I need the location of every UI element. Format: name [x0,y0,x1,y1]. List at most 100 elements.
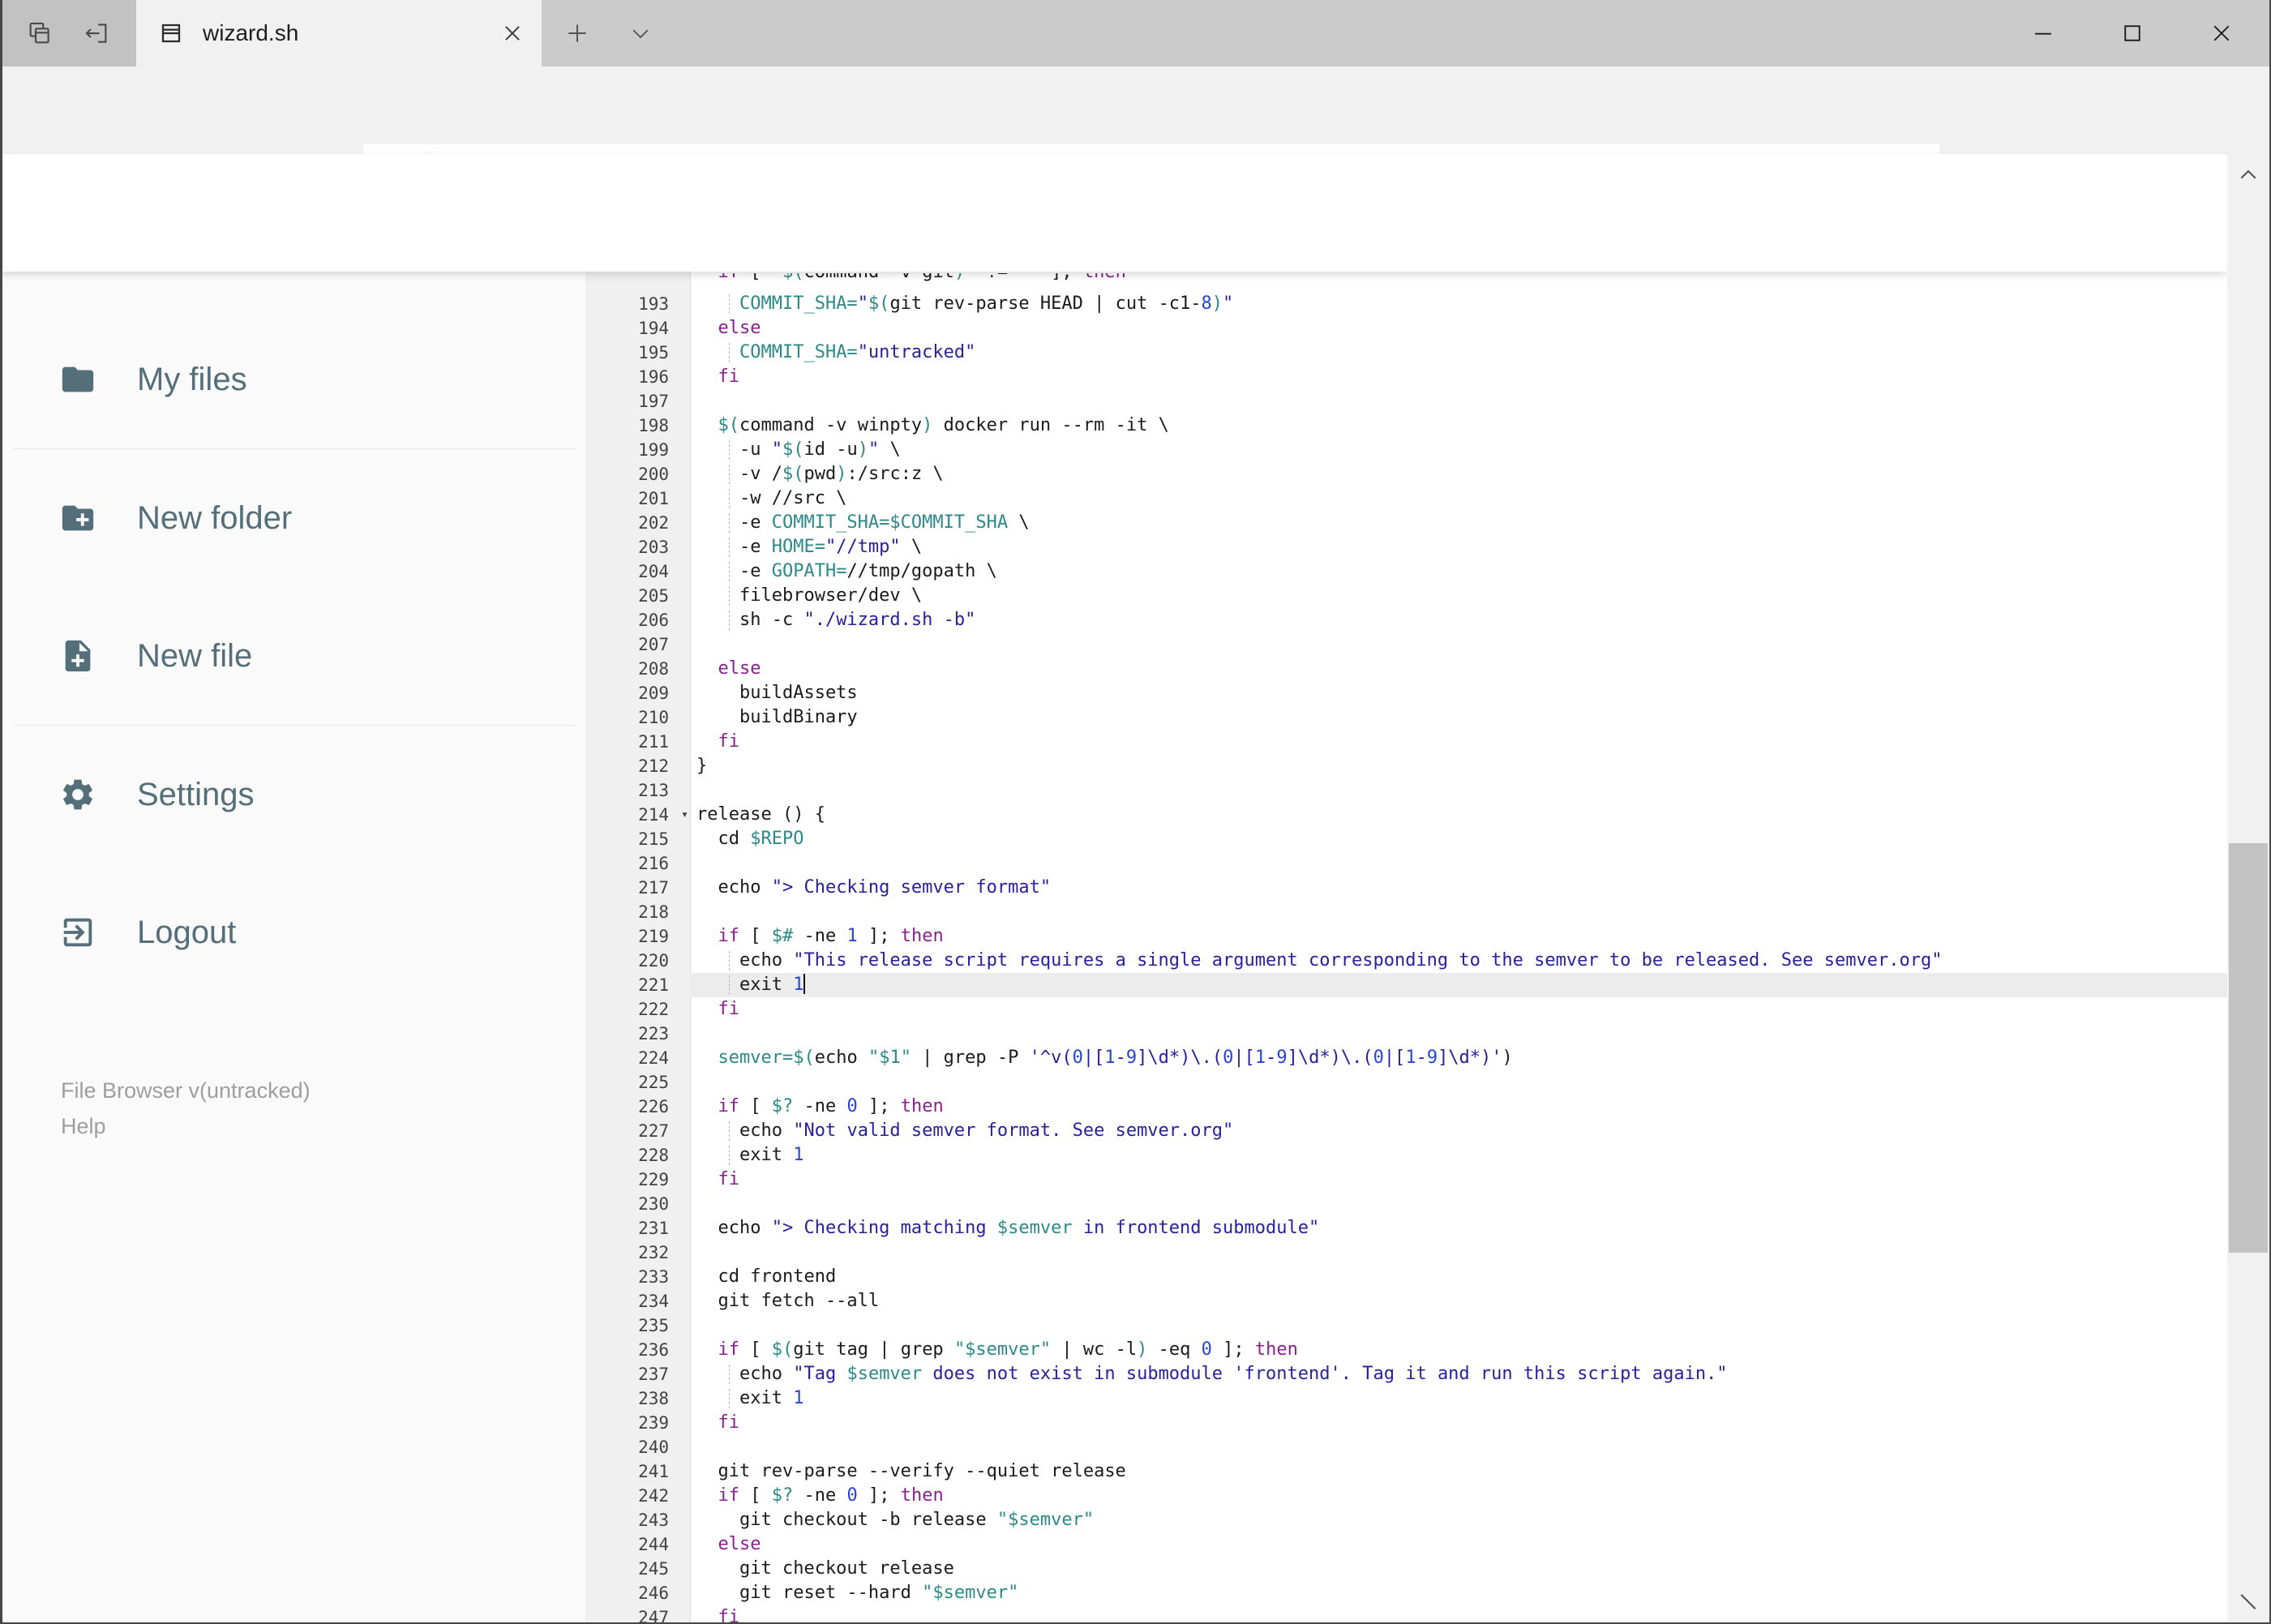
new-tab-button[interactable] [550,0,605,66]
code-line-214: 214 ▾ release () { [585,803,2227,827]
code-line-222: 222 fi [585,997,2227,1022]
code-text[interactable]: -e HOME="//tmp" \ [690,535,2227,559]
sidebar-item-my-files[interactable]: My files [2,311,585,448]
code-text[interactable]: -u "$(id -u)" \ [690,438,2227,462]
set-tabs-aside-icon[interactable] [79,15,114,51]
line-number: 214 ▾ [585,803,690,827]
code-text[interactable]: fi [690,1411,2227,1435]
code-text[interactable]: git reset --hard "$semver" [690,1581,2227,1605]
code-editor[interactable]: if [ "$(command -v git)" != "" ]; then 19… [585,272,2227,1624]
tab-preview-icon[interactable] [22,15,58,51]
code-text[interactable]: release () { [690,803,2227,827]
code-text[interactable]: echo "Tag $semver does not exist in subm… [690,1362,2227,1386]
tab-list-chevron-icon[interactable] [613,0,668,66]
code-line-206: 206 sh -c "./wizard.sh -b" [585,608,2227,632]
code-text[interactable]: -e GOPATH=//tmp/gopath \ [690,559,2227,584]
code-line-215: 215 cd $REPO [585,827,2227,851]
code-text[interactable] [690,900,2227,924]
sidebar-item-settings[interactable]: Settings [2,726,585,863]
line-number: 206 [638,611,669,630]
code-text[interactable] [690,389,2227,413]
code-line-242: 242 if [ $? -ne 0 ]; then [585,1484,2227,1508]
line-number: 244 [638,1535,669,1554]
sidebar-item-logout[interactable]: Logout [2,863,585,1001]
code-text[interactable]: if [ "$(command -v git)" != "" ]; then [690,273,2227,292]
code-text[interactable] [690,1192,2227,1216]
code-text[interactable]: git checkout -b release "$semver" [690,1508,2227,1532]
code-text[interactable]: git checkout release [690,1557,2227,1581]
code-text[interactable]: cd frontend [690,1265,2227,1289]
code-text[interactable]: -e COMMIT_SHA=$COMMIT_SHA \ [690,511,2227,535]
code-line-235: 235 [585,1313,2227,1338]
code-text[interactable] [690,1435,2227,1459]
line-number: 215 [638,829,669,849]
code-text[interactable]: echo "> Checking matching $semver in fro… [690,1216,2227,1240]
code-text[interactable]: filebrowser/dev \ [690,584,2227,608]
line-number: 220 [638,951,669,971]
code-text[interactable]: fi [690,1605,2227,1624]
code-text[interactable] [690,1240,2227,1265]
scroll-up-icon[interactable] [2227,154,2269,196]
scroll-down-icon[interactable] [2227,1580,2269,1622]
code-text[interactable]: echo "Not valid semver format. See semve… [690,1119,2227,1143]
code-text[interactable]: sh -c "./wizard.sh -b" [690,608,2227,632]
code-line-196: 196 fi [585,365,2227,389]
code-text[interactable]: fi [690,730,2227,754]
tab-close-icon[interactable] [501,22,524,45]
sidebar-item-new-file[interactable]: New file [2,587,585,725]
code-text[interactable]: fi [690,365,2227,389]
line-number: 197 [638,392,669,411]
code-line-209: 209 buildAssets [585,681,2227,705]
close-window-button[interactable] [2177,0,2266,66]
code-text[interactable]: buildAssets [690,681,2227,705]
code-text[interactable]: COMMIT_SHA="$(git rev-parse HEAD | cut -… [690,292,2227,316]
code-line-223: 223 [585,1022,2227,1046]
code-text[interactable]: buildBinary [690,705,2227,730]
code-text[interactable]: else [690,1532,2227,1557]
code-text[interactable]: echo "This release script requires a sin… [690,949,2227,973]
line-number: 231 [638,1219,669,1238]
code-line-236: 236 if [ $(git tag | grep "$semver" | wc… [585,1338,2227,1362]
code-text[interactable] [690,1022,2227,1046]
code-text[interactable]: } [690,754,2227,778]
page-scrollbar[interactable] [2227,154,2269,1622]
code-text[interactable]: exit 1 [690,973,2227,997]
code-text[interactable]: if [ $# -ne 1 ]; then [690,924,2227,949]
code-line-205: 205 filebrowser/dev \ [585,584,2227,608]
code-text[interactable]: -v /$(pwd):/src:z \ [690,462,2227,486]
code-line-199: 199 -u "$(id -u)" \ [585,438,2227,462]
code-text[interactable] [690,1313,2227,1338]
code-text[interactable]: semver=$(echo "$1" | grep -P '^v(0|[1-9]… [690,1046,2227,1070]
minimize-button[interactable] [1999,0,2088,66]
code-text[interactable]: exit 1 [690,1143,2227,1168]
code-text[interactable]: -w //src \ [690,486,2227,511]
code-text[interactable]: else [690,316,2227,341]
code-text[interactable]: if [ $? -ne 0 ]; then [690,1095,2227,1119]
help-link[interactable]: Help [61,1108,311,1144]
code-text[interactable]: COMMIT_SHA="untracked" [690,341,2227,365]
code-text[interactable]: if [ $? -ne 0 ]; then [690,1484,2227,1508]
maximize-button[interactable] [2088,0,2177,66]
code-text[interactable] [690,778,2227,803]
scrollbar-thumb[interactable] [2229,843,2268,1253]
line-number: 238 [638,1389,669,1408]
code-text[interactable]: fi [690,1168,2227,1192]
code-text[interactable]: cd $REPO [690,827,2227,851]
code-text[interactable]: $(command -v winpty) docker run --rm -it… [690,413,2227,438]
code-text[interactable]: else [690,657,2227,681]
line-number: 217 [638,878,669,898]
code-text[interactable]: git fetch --all [690,1289,2227,1313]
browser-tab[interactable]: wizard.sh [136,0,542,66]
code-text[interactable]: fi [690,997,2227,1022]
code-text[interactable]: exit 1 [690,1386,2227,1411]
code-line-245: 245 git checkout release [585,1557,2227,1581]
sidebar-item-new-folder[interactable]: New folder [2,449,585,587]
code-text[interactable] [690,632,2227,657]
code-text[interactable]: echo "> Checking semver format" [690,876,2227,900]
code-text[interactable] [690,851,2227,876]
fold-marker-icon[interactable]: ▾ [681,802,688,826]
code-text[interactable] [690,1070,2227,1095]
code-text[interactable]: git rev-parse --verify --quiet release [690,1459,2227,1484]
code-line-208: 208 else [585,657,2227,681]
code-text[interactable]: if [ $(git tag | grep "$semver" | wc -l)… [690,1338,2227,1362]
